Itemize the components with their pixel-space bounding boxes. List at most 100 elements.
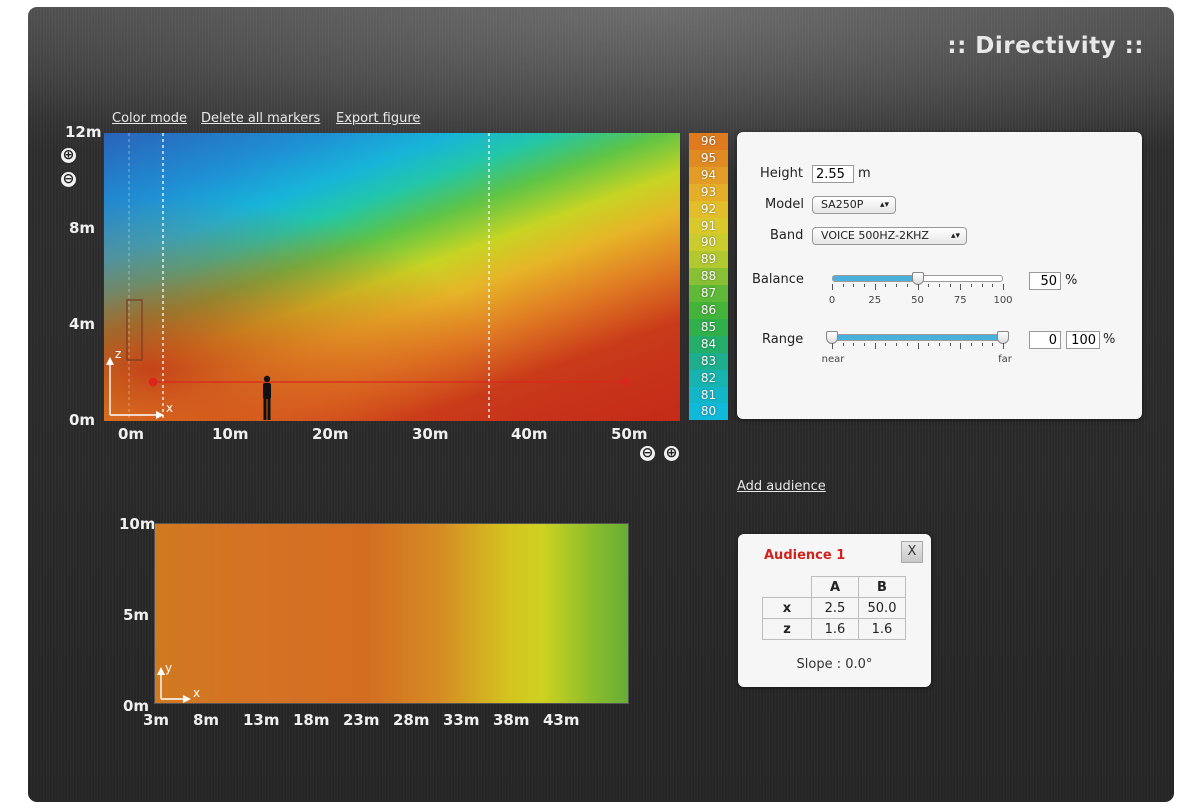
band-label: Band — [770, 228, 804, 243]
close-audience-button[interactable]: X — [901, 541, 923, 563]
x-tick-40m: 40m — [511, 425, 548, 443]
y-tick-8m: 8m — [69, 219, 96, 237]
plan-x-tick: 28m — [393, 711, 430, 729]
legend-cell: 82 — [689, 369, 728, 387]
axis-z-label: z — [115, 347, 121, 361]
slider-tick — [960, 343, 962, 349]
slider-tick — [1003, 284, 1004, 290]
slider-tick — [970, 284, 972, 287]
band-select[interactable]: VOICE 500HZ-2KHZ ▴▾ — [812, 227, 967, 245]
slider-tick — [981, 284, 983, 287]
balance-unit: % — [1065, 273, 1078, 288]
y-tick-12m: 12m — [65, 123, 102, 141]
model-select[interactable]: SA250P ▴▾ — [812, 196, 896, 214]
y-tick-0m: 0m — [69, 411, 96, 429]
zoom-in-horizontal-icon[interactable]: ⊕ — [664, 446, 679, 461]
slider-tick — [970, 343, 972, 346]
plan-heatmap[interactable]: y x — [154, 523, 629, 704]
slider-tick — [949, 343, 951, 346]
x-tick-50m: 50m — [611, 425, 648, 443]
app-panel: :: Directivity :: Color mode Delete all … — [28, 7, 1174, 802]
cell-z-a[interactable]: 1.6 — [811, 618, 859, 640]
slider-tick — [928, 284, 930, 287]
slider-tick — [853, 284, 855, 287]
color-mode-link[interactable]: Color mode — [112, 111, 187, 126]
plan-x-tick: 18m — [293, 711, 330, 729]
range-unit: % — [1103, 332, 1116, 347]
x-tick-0m: 0m — [118, 425, 145, 443]
range-near-label: near — [821, 354, 845, 365]
audience-title: Audience 1 — [764, 548, 846, 563]
slider-tick — [864, 284, 866, 287]
slider-tick — [832, 343, 833, 349]
legend-cell: 89 — [689, 251, 728, 269]
heatmap-overlay: z x — [104, 133, 680, 421]
legend-cell: 80 — [689, 403, 728, 421]
col-header-a: A — [811, 576, 859, 598]
select-arrows-icon: ▴▾ — [950, 231, 960, 241]
legend-cell: 91 — [689, 217, 728, 235]
balance-tick-label: 75 — [953, 295, 967, 306]
slope-readout: Slope : 0.0° — [796, 657, 873, 672]
range-label: Range — [762, 332, 804, 347]
model-label: Model — [765, 197, 805, 212]
row-header-x: x — [762, 597, 812, 619]
slider-tick — [949, 284, 951, 287]
cell-x-a[interactable]: 2.5 — [811, 597, 859, 619]
plan-x-tick: 8m — [193, 711, 220, 729]
legend-cell: 95 — [689, 149, 728, 167]
slider-tick — [874, 284, 876, 290]
slider-tick — [874, 343, 876, 349]
range-min-input[interactable] — [1029, 331, 1061, 349]
legend-cell: 94 — [689, 166, 728, 184]
cell-z-b[interactable]: 1.6 — [858, 618, 906, 640]
height-input[interactable] — [812, 165, 854, 183]
legend-cell: 87 — [689, 285, 728, 303]
slider-tick — [906, 343, 908, 346]
axis-x-label: x — [166, 401, 173, 415]
y-tick-4m: 4m — [69, 315, 96, 333]
legend-cell: 83 — [689, 352, 728, 370]
balance-input[interactable] — [1029, 272, 1061, 290]
model-select-value: SA250P — [821, 198, 864, 211]
audience-point-a[interactable] — [148, 377, 158, 387]
slider-tick — [928, 343, 930, 346]
slider-tick — [864, 343, 866, 346]
delete-markers-link[interactable]: Delete all markers — [201, 111, 320, 126]
legend-cell: 96 — [689, 133, 728, 150]
cell-x-b[interactable]: 50.0 — [858, 597, 906, 619]
select-arrows-icon: ▴▾ — [879, 200, 889, 210]
slider-tick — [853, 343, 855, 346]
x-tick-20m: 20m — [312, 425, 349, 443]
directivity-heatmap[interactable]: z x — [104, 133, 680, 421]
export-figure-link[interactable]: Export figure — [336, 111, 420, 126]
audience-point-b[interactable] — [621, 377, 631, 387]
legend-cell: 84 — [689, 335, 728, 353]
add-audience-link[interactable]: Add audience — [737, 479, 826, 494]
height-unit: m — [858, 166, 871, 181]
x-tick-30m: 30m — [412, 425, 449, 443]
zoom-out-vertical-icon[interactable]: ⊖ — [61, 172, 76, 187]
legend-cell: 93 — [689, 183, 728, 201]
zoom-in-vertical-icon[interactable]: ⊕ — [61, 148, 76, 163]
slider-tick — [960, 284, 962, 290]
range-far-label: far — [998, 354, 1012, 365]
balance-tick-label: 50 — [911, 295, 924, 306]
x-tick-10m: 10m — [212, 425, 249, 443]
slider-tick — [992, 343, 994, 346]
slider-tick — [832, 284, 833, 290]
balance-tick-label: 25 — [868, 295, 882, 306]
balance-tick-label: 0 — [828, 295, 836, 306]
slider-tick — [992, 284, 994, 287]
range-slider[interactable] — [832, 334, 1003, 341]
legend-cell: 90 — [689, 234, 728, 252]
zoom-out-horizontal-icon[interactable]: ⊖ — [640, 446, 655, 461]
plan-x-tick: 38m — [493, 711, 530, 729]
legend-cell: 92 — [689, 200, 728, 218]
legend-cell: 81 — [689, 386, 728, 404]
slider-tick — [896, 343, 898, 346]
range-max-input[interactable] — [1066, 331, 1100, 349]
legend-cell: 88 — [689, 268, 728, 286]
slider-tick — [906, 284, 908, 287]
plan-axis-y-label: y — [165, 661, 172, 675]
